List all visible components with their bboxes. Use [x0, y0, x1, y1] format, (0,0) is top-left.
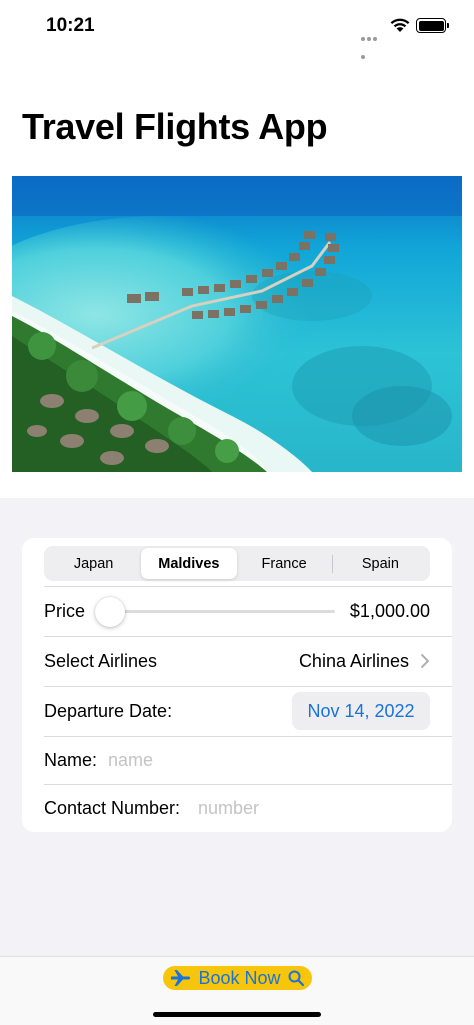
page-title: Travel Flights App — [22, 106, 328, 147]
airline-picker-row[interactable]: Select Airlines China Airlines — [22, 636, 452, 686]
form-section: Japan Maldives France Spain Price $1,000… — [0, 498, 474, 956]
status-bar: 10:21 — [0, 0, 474, 59]
departure-label: Departure Date: — [44, 700, 173, 721]
airplane-icon — [171, 970, 191, 986]
airlines-value[interactable]: China Airlines — [299, 651, 409, 672]
search-icon — [288, 970, 304, 987]
status-time: 10:21 — [46, 15, 95, 36]
book-now-label: Book Now — [198, 967, 281, 988]
departure-date-picker[interactable]: Nov 14, 2022 — [292, 692, 430, 730]
destination-option-japan[interactable]: Japan — [46, 548, 141, 579]
name-row: Name: — [22, 736, 452, 784]
wifi-icon — [390, 18, 410, 32]
price-row: Price $1,000.00 — [22, 586, 452, 636]
contact-number-input[interactable] — [198, 796, 428, 820]
price-slider-thumb[interactable] — [95, 597, 125, 627]
price-label: Price — [44, 600, 86, 621]
departure-date-row: Departure Date: Nov 14, 2022 — [22, 686, 452, 736]
destination-option-spain[interactable]: Spain — [333, 548, 428, 579]
battery-icon — [416, 18, 449, 33]
destination-option-france[interactable]: France — [237, 548, 332, 579]
airlines-label: Select Airlines — [44, 650, 158, 671]
chevron-right-icon — [421, 654, 429, 668]
destination-image — [12, 176, 462, 472]
price-value: $1,000.00 — [349, 600, 430, 621]
price-slider-track[interactable] — [112, 610, 335, 613]
contact-label: Contact Number: — [44, 797, 181, 818]
destination-option-maldives[interactable]: Maldives — [141, 548, 237, 579]
booking-form-card: Japan Maldives France Spain Price $1,000… — [22, 538, 452, 832]
name-label: Name: — [44, 749, 98, 770]
cellular-dots-icon — [361, 28, 383, 59]
destination-picker[interactable]: Japan Maldives France Spain — [44, 546, 430, 581]
name-input[interactable] — [108, 748, 408, 772]
home-indicator — [153, 1012, 321, 1017]
book-now-button[interactable]: Book Now — [163, 966, 312, 990]
contact-row: Contact Number: — [22, 784, 452, 832]
bottom-toolbar: Book Now — [0, 956, 474, 1025]
